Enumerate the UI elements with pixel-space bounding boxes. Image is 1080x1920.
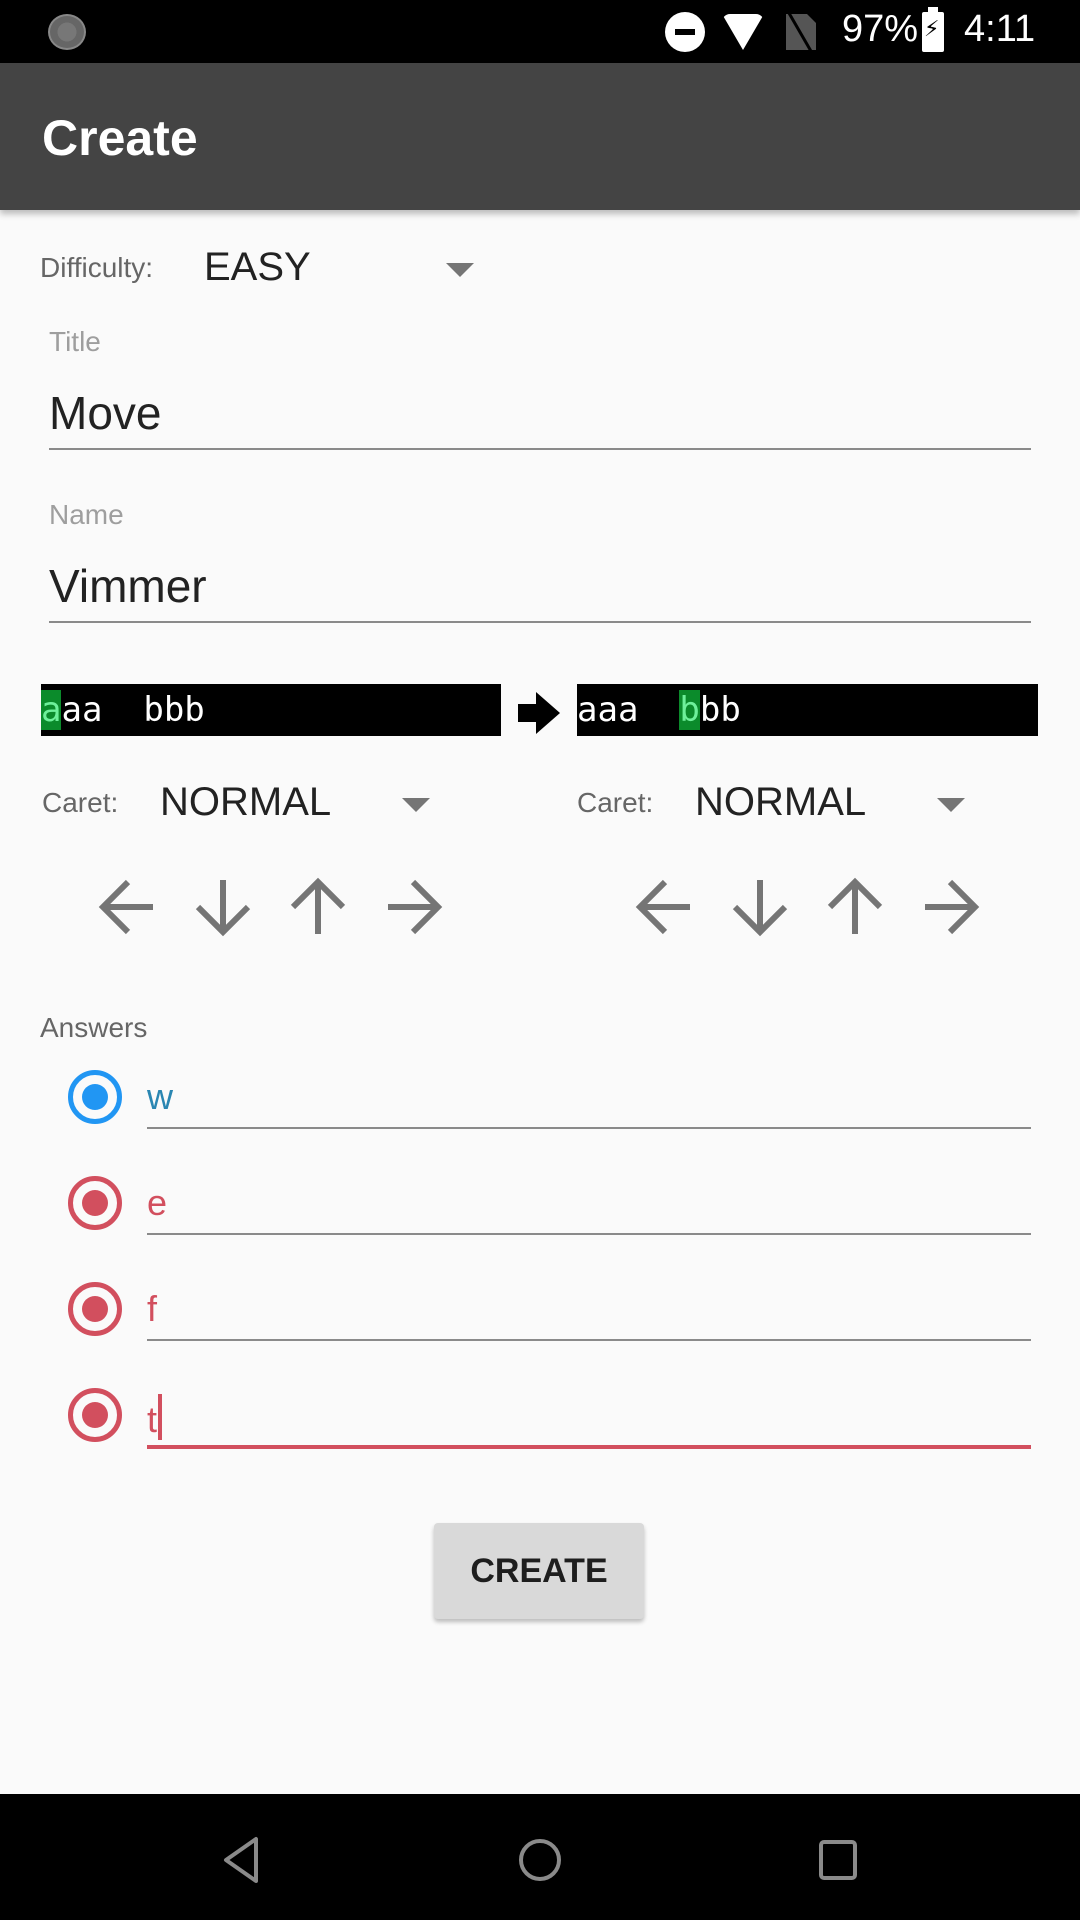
title-value: Move <box>49 387 162 439</box>
home-icon[interactable] <box>505 1824 575 1894</box>
before-cursor-char: a <box>41 690 62 730</box>
screen: 97% 4:11 Create Difficulty: EASY Title M… <box>0 0 1080 1920</box>
name-input[interactable]: Vimmer <box>49 553 1031 625</box>
difficulty-value: EASY <box>204 245 311 289</box>
name-value: Vimmer <box>49 560 207 612</box>
before-move-up-button[interactable] <box>283 872 353 942</box>
title-underline <box>49 448 1031 450</box>
after-text-pre: aaa <box>577 690 680 730</box>
difficulty-spinner[interactable]: EASY <box>190 235 480 305</box>
answer-underline-1 <box>147 1127 1031 1129</box>
before-caret-spinner[interactable]: NORMAL <box>150 770 440 840</box>
after-caret-label: Caret: <box>577 787 654 818</box>
after-text-post: bb <box>699 690 741 730</box>
no-sim-icon <box>786 14 816 50</box>
answer-radio-2[interactable] <box>68 1176 122 1230</box>
app-bar: Create <box>0 63 1080 210</box>
answer-input-1[interactable]: w <box>147 1060 1031 1126</box>
transform-arrow-icon <box>518 692 560 734</box>
after-move-down-button[interactable] <box>725 872 795 942</box>
after-caret-spinner[interactable]: NORMAL <box>685 770 975 840</box>
recents-icon[interactable] <box>803 1824 873 1894</box>
answer-underline-4-focused <box>147 1445 1031 1449</box>
status-bar: 97% 4:11 <box>0 0 1080 63</box>
name-label: Name <box>49 499 124 530</box>
answer-underline-3 <box>147 1339 1031 1341</box>
answer-value-4-wrap: t <box>147 1394 163 1441</box>
answer-underline-2 <box>147 1233 1031 1235</box>
answer-input-2[interactable]: e <box>147 1166 1031 1232</box>
answer-input-4[interactable]: t <box>147 1378 1031 1444</box>
answer-radio-4[interactable] <box>68 1388 122 1442</box>
after-move-left-button[interactable] <box>630 872 700 942</box>
before-caret-value: NORMAL <box>160 780 332 824</box>
before-move-down-button[interactable] <box>188 872 258 942</box>
before-text-post: aa bbb <box>61 690 205 730</box>
answer-value-1: w <box>147 1076 173 1117</box>
battery-percent: 97% <box>842 8 919 50</box>
answer-value-2: e <box>147 1182 168 1223</box>
answer-input-3[interactable]: f <box>147 1272 1031 1338</box>
navigation-bar <box>0 1794 1080 1920</box>
answer-value-4: t <box>147 1399 158 1440</box>
answer-radio-1[interactable] <box>68 1070 122 1124</box>
after-cursor-char: b <box>679 690 700 730</box>
sync-icon <box>48 14 86 50</box>
chevron-down-icon <box>937 798 965 812</box>
before-text-preview: aaa bbb <box>41 684 501 736</box>
do-not-disturb-icon <box>665 12 705 52</box>
battery-charging-icon <box>922 7 944 52</box>
answer-radio-3[interactable] <box>68 1282 122 1336</box>
chevron-down-icon <box>446 263 474 277</box>
after-move-right-button[interactable] <box>915 872 985 942</box>
page-title: Create <box>42 110 198 166</box>
chevron-down-icon <box>402 798 430 812</box>
name-underline <box>49 621 1031 623</box>
text-cursor <box>158 1394 163 1440</box>
after-text-preview: aaa bbb <box>577 684 1038 736</box>
title-label: Title <box>49 326 101 357</box>
after-move-up-button[interactable] <box>820 872 890 942</box>
create-button[interactable]: CREATE <box>434 1523 644 1619</box>
difficulty-label: Difficulty: <box>40 252 154 283</box>
before-move-right-button[interactable] <box>378 872 448 942</box>
title-input[interactable]: Move <box>49 380 1031 452</box>
after-caret-value: NORMAL <box>695 780 867 824</box>
before-caret-label: Caret: <box>42 787 119 818</box>
back-icon[interactable] <box>206 1824 276 1894</box>
before-move-left-button[interactable] <box>93 872 163 942</box>
answer-value-3: f <box>147 1288 158 1329</box>
answers-label: Answers <box>40 1012 148 1043</box>
clock: 4:11 <box>964 8 1036 50</box>
wifi-icon <box>722 14 764 50</box>
